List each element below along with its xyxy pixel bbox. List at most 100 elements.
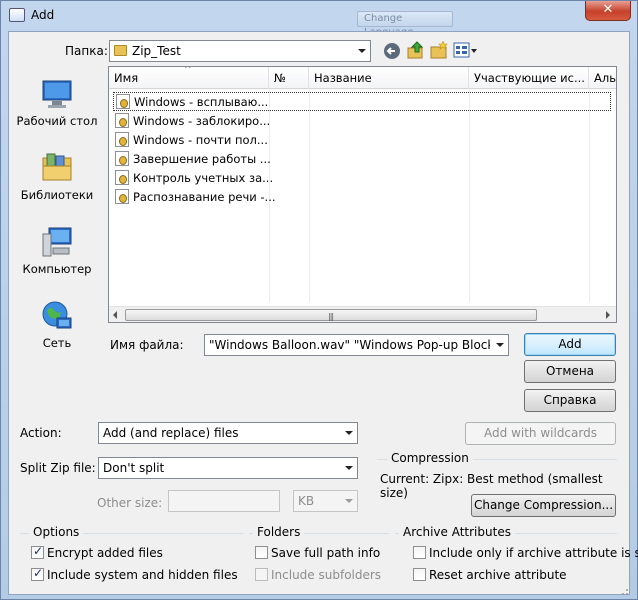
file-name: Windows - заблокиро...: [133, 114, 271, 128]
scroll-right-icon[interactable]: [606, 311, 610, 319]
file-row[interactable]: Завершение работы ...: [115, 150, 271, 169]
folder-select-value: Zip_Test: [132, 44, 181, 58]
dialog-client-area: Папка: Zip_Test Рабочий стол Библиотеки …: [8, 31, 638, 596]
view-menu-icon[interactable]: [453, 42, 479, 59]
checkbox-box: [31, 544, 44, 559]
other-size-unit-value: KB: [298, 494, 315, 508]
window-title: Add: [31, 8, 55, 22]
libraries-icon: [41, 152, 73, 184]
checkbox-box: [255, 546, 268, 559]
checkbox-label: Include subfolders: [271, 568, 382, 582]
scroll-left-icon[interactable]: [113, 311, 117, 319]
chevron-down-icon: [496, 343, 504, 347]
split-select[interactable]: Don't split: [98, 457, 358, 479]
horizontal-scrollbar[interactable]: |||: [109, 306, 616, 322]
action-label: Action:: [20, 426, 62, 440]
add-with-wildcards-button[interactable]: Add with wildcards: [465, 422, 616, 445]
column-divider: [469, 89, 470, 302]
place-label: Компьютер: [22, 262, 92, 276]
checkbox-box: [413, 546, 426, 559]
filename-input[interactable]: "Windows Balloon.wav" "Windows Pop-up Bl…: [204, 334, 509, 356]
column-header-number[interactable]: №: [269, 67, 309, 89]
column-header-title[interactable]: Название: [309, 67, 469, 89]
checkbox-label: Include system and hidden files: [47, 568, 238, 582]
places-bar: Рабочий стол Библиотеки Компьютер Сеть: [9, 66, 105, 356]
file-name: Windows - почти пол...: [133, 133, 268, 147]
close-button[interactable]: ✕: [585, 1, 631, 21]
place-libraries[interactable]: Библиотеки: [9, 152, 105, 202]
resize-grip-icon[interactable]: [621, 588, 629, 596]
file-row[interactable]: Распознавание речи -...: [115, 188, 276, 207]
file-name: Завершение работы ...: [133, 152, 271, 166]
place-label: Рабочий стол: [16, 114, 98, 128]
background-window-button: Change Language: [357, 11, 453, 38]
up-folder-icon[interactable]: [407, 41, 425, 60]
archive-attributes-heading: Archive Attributes: [399, 525, 515, 539]
desktop-icon: [41, 78, 73, 110]
file-row[interactable]: Windows - всплываю...: [113, 92, 611, 111]
filename-label: Имя файла:: [110, 338, 184, 352]
options-heading: Options: [29, 525, 84, 539]
checkbox-label: Encrypt added files: [47, 546, 163, 560]
other-size-unit-select[interactable]: KB: [293, 490, 358, 512]
place-network[interactable]: Сеть: [9, 300, 105, 350]
add-dialog-window: Add Change Language ✕ Папка: Zip_Test: [0, 0, 638, 600]
checkbox-box: [31, 566, 44, 581]
column-divider: [309, 89, 310, 302]
reset-archive-attribute-checkbox[interactable]: Reset archive attribute: [413, 568, 567, 582]
file-name: Распознавание речи -...: [133, 190, 276, 204]
column-headers: Имя ^ № Название Участвующие ис... Аль: [109, 67, 616, 89]
title-bar[interactable]: Add Change Language ✕: [1, 1, 637, 38]
file-row[interactable]: Контроль учетных за...: [115, 169, 273, 188]
folder-select[interactable]: Zip_Test: [109, 40, 371, 62]
place-label: Библиотеки: [20, 188, 94, 202]
other-size-label: Other size:: [97, 496, 163, 510]
compression-heading: Compression: [387, 451, 473, 465]
audio-file-icon: [115, 170, 129, 185]
column-header-name[interactable]: Имя ^: [109, 67, 269, 89]
audio-file-icon: [115, 189, 129, 204]
include-subfolders-checkbox[interactable]: Include subfolders: [255, 568, 381, 582]
other-size-input[interactable]: [168, 490, 280, 512]
split-label: Split Zip file:: [20, 461, 96, 475]
window-app-icon: [9, 8, 25, 22]
chevron-down-icon: [345, 431, 353, 435]
save-full-path-checkbox[interactable]: Save full path info: [255, 546, 380, 560]
change-compression-button[interactable]: Change Compression...: [471, 494, 616, 517]
file-row[interactable]: Windows - заблокиро...: [115, 112, 270, 131]
action-select-value: Add (and replace) files: [103, 426, 239, 440]
place-computer[interactable]: Компьютер: [9, 226, 105, 276]
scrollbar-thumb[interactable]: |||: [125, 309, 537, 321]
chevron-down-icon: [358, 49, 366, 53]
help-button[interactable]: Справка: [524, 389, 616, 412]
file-row[interactable]: Windows - почти пол...: [115, 131, 268, 150]
include-archive-attribute-checkbox[interactable]: Include only if archive attribute is set: [413, 546, 638, 560]
new-folder-icon[interactable]: [430, 41, 448, 60]
encrypt-files-checkbox[interactable]: Encrypt added files: [31, 544, 163, 560]
network-icon: [41, 300, 73, 332]
checkbox-box: [413, 568, 426, 581]
place-desktop[interactable]: Рабочий стол: [9, 78, 105, 128]
filename-value: "Windows Balloon.wav" "Windows Pop-up Bl…: [209, 338, 509, 352]
checkbox-label: Save full path info: [271, 546, 381, 560]
column-divider: [589, 89, 590, 302]
split-select-value: Don't split: [103, 461, 165, 475]
file-list[interactable]: Имя ^ № Название Участвующие ис... Аль W…: [108, 66, 617, 323]
audio-file-icon: [116, 94, 130, 109]
audio-file-icon: [115, 113, 129, 128]
back-arrow-icon[interactable]: [383, 42, 401, 60]
folder-icon: [114, 45, 127, 56]
action-select[interactable]: Add (and replace) files: [98, 422, 358, 444]
checkbox-label: Include only if archive attribute is set: [429, 546, 638, 560]
column-header-label: Имя: [114, 71, 139, 85]
chevron-down-icon: [345, 499, 353, 503]
checkbox-label: Reset archive attribute: [429, 568, 567, 582]
file-name: Контроль учетных за...: [133, 171, 274, 185]
column-header-album[interactable]: Аль: [589, 67, 616, 89]
add-button[interactable]: Add: [524, 333, 616, 356]
column-header-contributing-artists[interactable]: Участвующие ис...: [469, 67, 589, 89]
cancel-button[interactable]: Отмена: [524, 360, 616, 383]
include-hidden-files-checkbox[interactable]: Include system and hidden files: [31, 566, 238, 582]
checkbox-box: [255, 568, 268, 581]
sort-up-icon: ^: [184, 67, 192, 75]
